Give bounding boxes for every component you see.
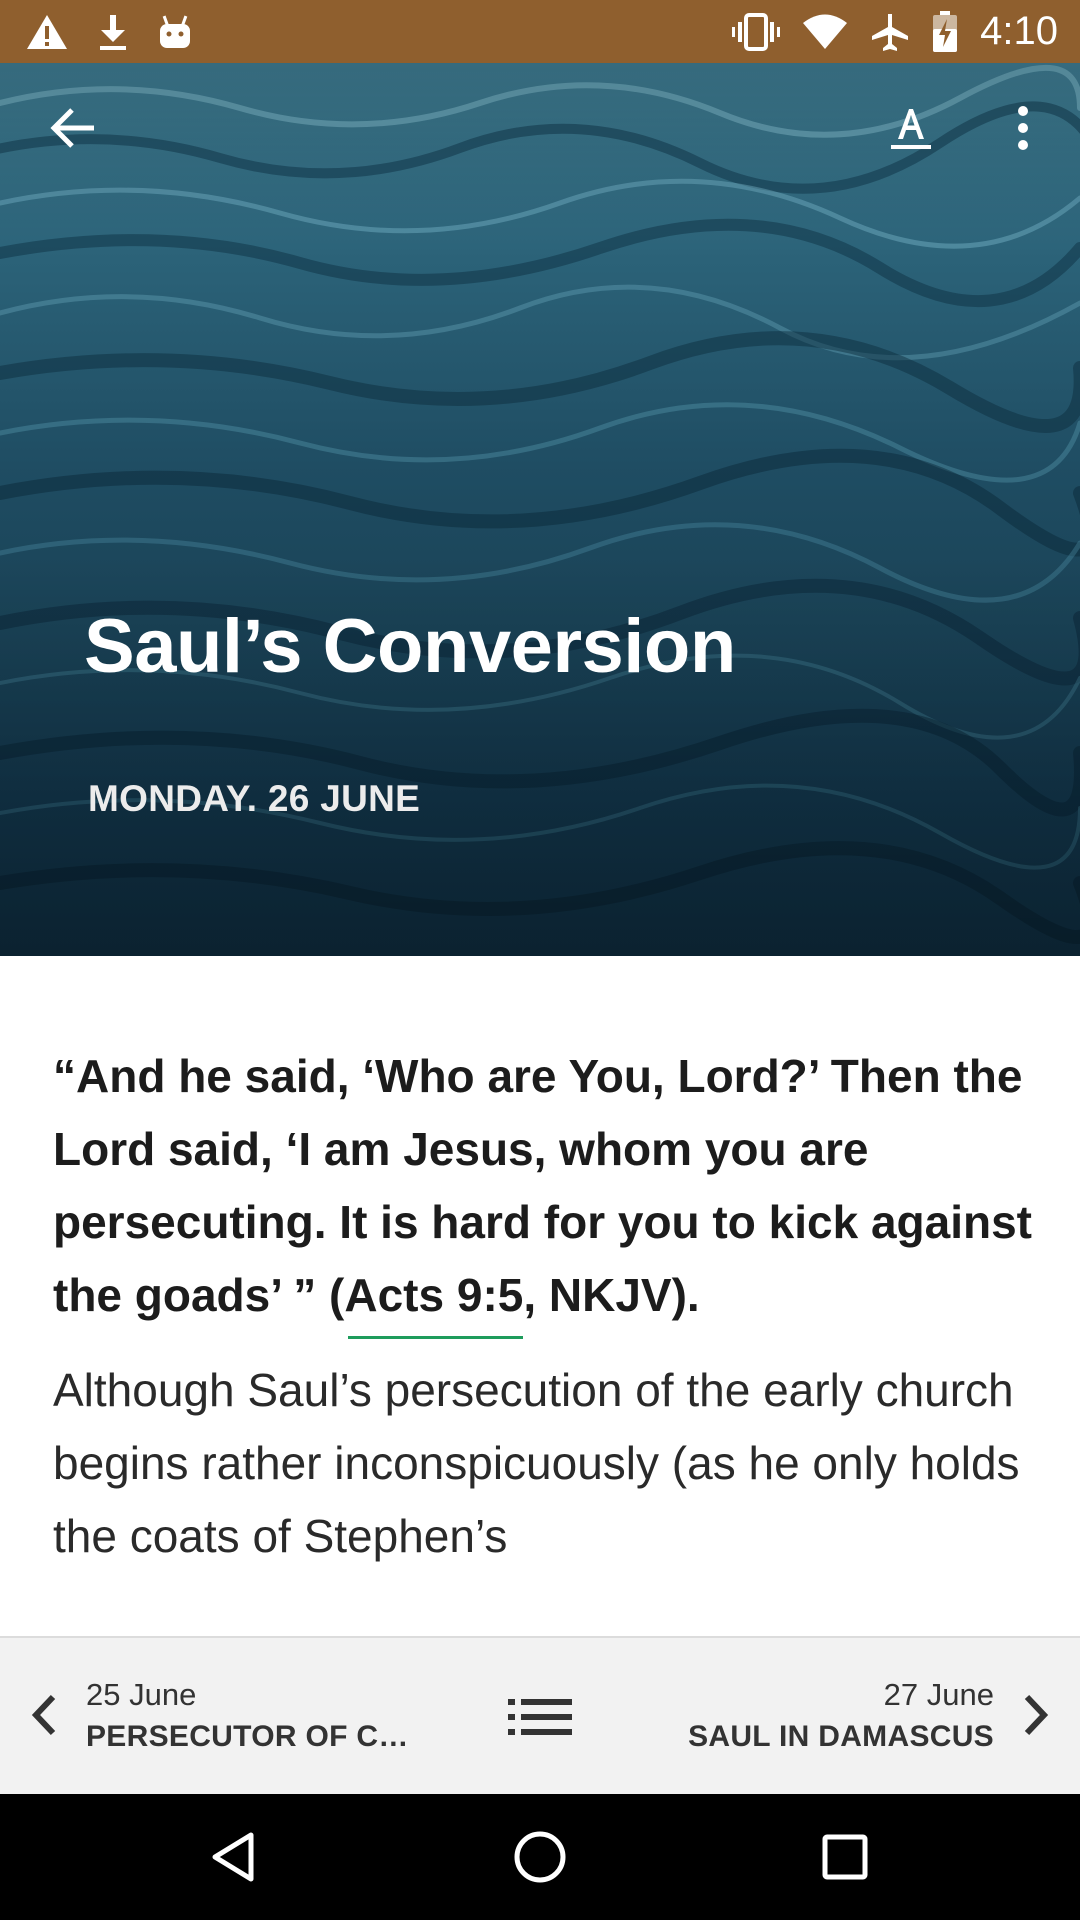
scripture-reference-link[interactable]: Acts 9:5 (344, 1259, 523, 1339)
system-navigation-bar (0, 1794, 1080, 1920)
back-triangle-icon[interactable] (205, 1827, 265, 1887)
memory-verse: “And he said, ‘Who are You, Lord?’ Then … (53, 1040, 1043, 1339)
wifi-icon (802, 14, 848, 50)
previous-lesson-title: PERSECUTOR OF CH... (86, 1720, 426, 1753)
lesson-navigation-bar: 25 June PERSECUTOR OF CH... 27 June SAUL… (0, 1636, 1080, 1794)
hero-header: Saul’s Conversion MONDAY. 26 JUNE (0, 63, 1080, 956)
more-vert-icon[interactable] (978, 83, 1068, 173)
warning-icon (26, 14, 68, 50)
next-lesson-title: SAUL IN DAMASCUS (688, 1720, 994, 1753)
back-arrow-icon[interactable] (28, 83, 118, 173)
next-lesson-date: 27 June (883, 1677, 994, 1712)
previous-lesson-button[interactable]: 25 June PERSECUTOR OF CH... (30, 1638, 470, 1796)
home-circle-icon[interactable] (510, 1827, 570, 1887)
memory-verse-version: , NKJV). (523, 1269, 700, 1321)
vibrate-icon (732, 12, 781, 52)
page-title: Saul’s Conversion (84, 604, 736, 689)
status-bar: 4:10 (0, 0, 1080, 63)
chevron-right-icon (1022, 1693, 1050, 1742)
status-time: 4:10 (980, 9, 1058, 53)
android-icon (158, 14, 192, 50)
lesson-date: MONDAY. 26 JUNE (88, 778, 421, 819)
recents-square-icon[interactable] (815, 1827, 875, 1887)
previous-lesson-date: 25 June (86, 1677, 197, 1712)
download-icon (98, 13, 128, 51)
reading-content: “And he said, ‘Who are You, Lord?’ Then … (53, 1040, 1043, 1573)
body-paragraph: Although Saul’s persecution of the early… (53, 1364, 1020, 1562)
airplane-icon (870, 12, 910, 52)
battery-icon (932, 10, 958, 53)
next-lesson-button[interactable]: 27 June SAUL IN DAMASCUS (610, 1638, 1050, 1796)
text-format-icon[interactable] (866, 83, 956, 173)
chevron-left-icon (30, 1693, 58, 1742)
list-icon[interactable] (500, 1682, 580, 1752)
